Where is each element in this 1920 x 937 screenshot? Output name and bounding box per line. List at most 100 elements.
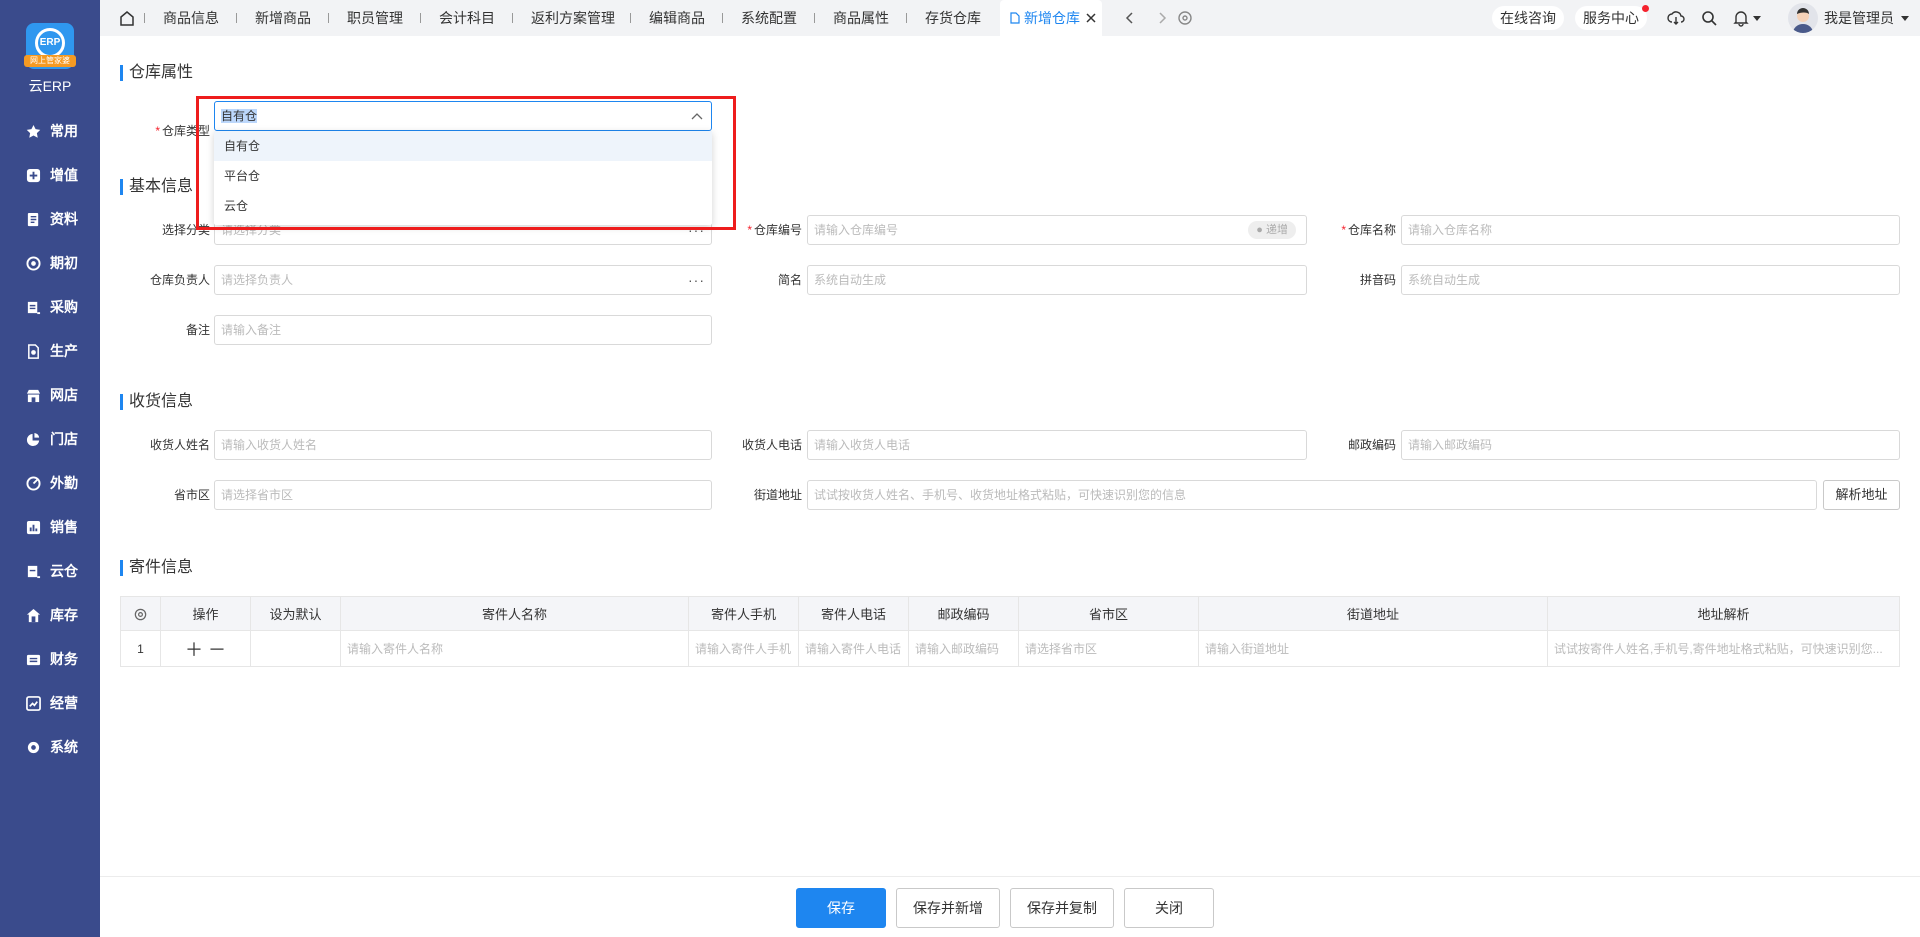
save-and-copy-button[interactable]: 保存并复制	[1010, 888, 1114, 928]
close-button[interactable]: 关闭	[1124, 888, 1214, 928]
cloud-download-icon[interactable]	[1667, 9, 1685, 27]
home-icon[interactable]	[118, 9, 136, 27]
sidebar-item-生产[interactable]: 生产	[0, 336, 100, 366]
add-row-icon[interactable]: ＋	[185, 640, 203, 660]
sidebar-item-经营[interactable]: 经营	[0, 688, 100, 718]
dropdown-option[interactable]: 自有仓	[214, 131, 712, 161]
row-actions: ＋ －	[160, 630, 251, 667]
tab-系统配置[interactable]: 系统配置	[741, 0, 797, 36]
zip-field[interactable]: 请输入邮政编码	[1401, 430, 1900, 460]
region-label: 省市区	[173, 488, 210, 502]
column-settings[interactable]	[120, 596, 161, 631]
service-center-label: 服务中心	[1583, 10, 1639, 26]
remove-row-icon[interactable]: －	[208, 640, 226, 660]
dropdown-option[interactable]: 云仓	[214, 191, 712, 221]
manager-field[interactable]: 请选择负责人 ···	[214, 265, 712, 295]
search-icon[interactable]	[1700, 9, 1718, 27]
user-menu-caret-icon[interactable]	[1900, 9, 1910, 27]
tab-商品信息[interactable]: 商品信息	[163, 0, 219, 36]
sidebar-item-财务[interactable]: 财务	[0, 644, 100, 674]
sidebar-item-增值[interactable]: 增值	[0, 160, 100, 190]
sidebar-item-label: 生产	[50, 343, 78, 359]
avatar[interactable]	[1788, 3, 1818, 33]
save-button[interactable]: 保存	[796, 888, 886, 928]
caret-down-icon[interactable]	[1752, 9, 1762, 27]
close-icon[interactable]	[1086, 13, 1096, 23]
default-cell[interactable]	[250, 630, 341, 667]
sidebar-item-库存[interactable]: 库存	[0, 600, 100, 630]
dropdown-option[interactable]: 平台仓	[214, 161, 712, 191]
tab-新增商品[interactable]: 新增商品	[255, 0, 311, 36]
warehouse-type-dropdown: 自有仓 平台仓 云仓	[214, 131, 712, 225]
sidebar-item-外勤[interactable]: 外勤	[0, 468, 100, 498]
sidebar-item-网店[interactable]: 网店	[0, 380, 100, 410]
sidebar-item-label: 库存	[50, 607, 78, 623]
sidebar-item-label: 网店	[50, 387, 78, 403]
column-header: 地址解析	[1547, 596, 1900, 631]
parse-address-button[interactable]: 解析地址	[1823, 480, 1900, 510]
sender-name-cell[interactable]: 请输入寄件人名称	[340, 630, 689, 667]
sender-zip-cell[interactable]: 请输入邮政编码	[908, 630, 1019, 667]
tab-separator	[722, 13, 723, 23]
sidebar-item-label: 常用	[50, 123, 78, 139]
save-and-new-button[interactable]: 保存并新增	[896, 888, 1000, 928]
purchase-icon	[27, 301, 41, 314]
tab-separator	[814, 13, 815, 23]
chevron-right-icon[interactable]	[1153, 9, 1171, 27]
tab-label: 新增仓库	[1024, 10, 1080, 26]
sidebar-item-门店[interactable]: 门店	[0, 424, 100, 454]
warehouse-type-select[interactable]: 自有仓	[214, 101, 712, 131]
code-field[interactable]: 请输入仓库编号 ● 递增	[807, 215, 1307, 245]
table-row: 1 ＋ － 请输入寄件人名称 请输入寄件人手机 请输入寄件人电话 请输入邮政编码…	[120, 630, 1900, 667]
tab-编辑商品[interactable]: 编辑商品	[649, 0, 705, 36]
tab-存货仓库[interactable]: 存货仓库	[925, 0, 981, 36]
short-name-label: 简名	[777, 273, 802, 287]
service-center-button[interactable]: 服务中心	[1575, 5, 1649, 30]
sender-region-cell[interactable]: 请选择省市区	[1018, 630, 1199, 667]
tab-职员管理[interactable]: 职员管理	[347, 0, 403, 36]
user-name[interactable]: 我是管理员	[1824, 0, 1894, 36]
sidebar-item-系统[interactable]: 系统	[0, 732, 100, 762]
sidebar-item-常用[interactable]: 常用	[0, 116, 100, 146]
erp-logo-icon: ERP	[35, 28, 65, 58]
store-icon	[26, 389, 41, 402]
region-field[interactable]: 请选择省市区	[214, 480, 712, 510]
online-consult-button[interactable]: 在线咨询	[1492, 6, 1564, 30]
sidebar-item-label: 财务	[50, 651, 78, 667]
pie-icon	[26, 432, 40, 446]
cloud-warehouse-icon	[27, 565, 41, 578]
remark-field[interactable]: 请输入备注	[214, 315, 712, 345]
sidebar-item-销售[interactable]: 销售	[0, 512, 100, 542]
receiver-name-field[interactable]: 请输入收货人姓名	[214, 430, 712, 460]
sidebar-item-期初[interactable]: 期初	[0, 248, 100, 278]
tab-会计科目[interactable]: 会计科目	[439, 0, 495, 36]
sender-table: 操作 设为默认 寄件人名称 寄件人手机 寄件人电话 邮政编码 省市区 街道地址 …	[120, 596, 1900, 667]
sender-parse-cell[interactable]: 试试按寄件人姓名,手机号,寄件地址格式粘贴，可快速识别您...	[1547, 630, 1900, 667]
receiver-phone-label: 收货人电话	[741, 438, 802, 452]
remark-label: 备注	[185, 323, 210, 337]
pinyin-field[interactable]: 系统自动生成	[1401, 265, 1900, 295]
sidebar-item-采购[interactable]: 采购	[0, 292, 100, 322]
sidebar-item-资料[interactable]: 资料	[0, 204, 100, 234]
tab-商品属性[interactable]: 商品属性	[833, 0, 889, 36]
warehouse-type-value: 自有仓	[221, 109, 258, 123]
sender-street-cell[interactable]: 请输入街道地址	[1198, 630, 1548, 667]
section-title-sender: 寄件信息	[120, 560, 193, 576]
tab-settings-icon[interactable]	[1176, 9, 1194, 27]
sender-mobile-cell[interactable]: 请输入寄件人手机	[688, 630, 799, 667]
tab-返利方案管理[interactable]: 返利方案管理	[531, 0, 615, 36]
short-name-field[interactable]: 系统自动生成	[807, 265, 1307, 295]
street-field[interactable]: 试试按收货人姓名、手机号、收货地址格式粘贴，可快速识别您的信息	[807, 480, 1817, 510]
manager-placeholder: 请选择负责人	[221, 273, 294, 287]
sidebar-item-云仓[interactable]: 云仓	[0, 556, 100, 586]
bell-icon[interactable]	[1732, 9, 1750, 27]
short-name-placeholder: 系统自动生成	[814, 273, 887, 287]
sender-phone-cell[interactable]: 请输入寄件人电话	[798, 630, 909, 667]
app-logo[interactable]: ERP 网上管家婆	[24, 23, 76, 69]
tab-新增仓库[interactable]: 新增仓库	[1000, 0, 1102, 36]
name-field[interactable]: 请输入仓库名称	[1401, 215, 1900, 245]
tab-separator	[420, 13, 421, 23]
chevron-left-icon[interactable]	[1121, 9, 1139, 27]
gear-icon	[134, 608, 147, 620]
receiver-phone-field[interactable]: 请输入收货人电话	[807, 430, 1307, 460]
